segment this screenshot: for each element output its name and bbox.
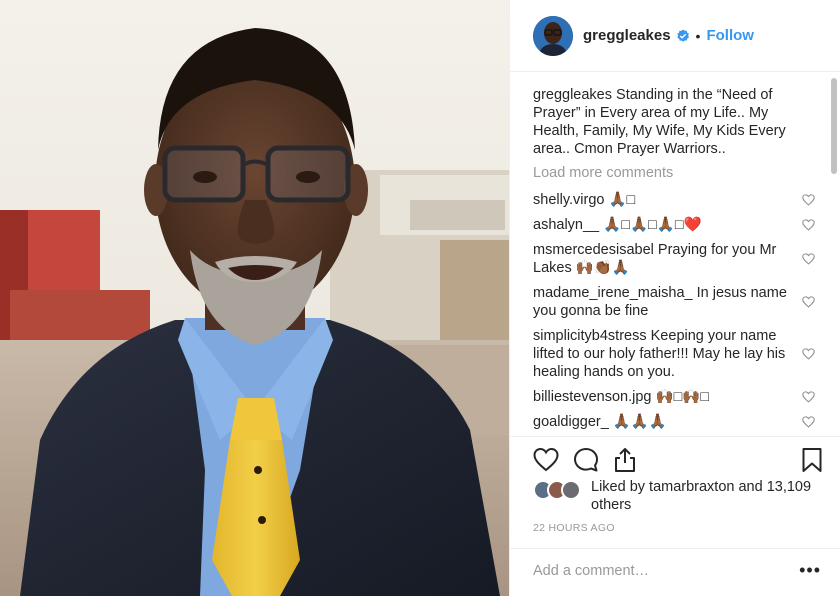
heart-icon[interactable] xyxy=(802,296,815,308)
post-header: greggleakes • Follow xyxy=(510,0,840,72)
comment-text: 🙏🏾□ xyxy=(604,192,636,208)
comment-username[interactable]: shelly.virgo xyxy=(533,192,604,208)
comments-scrollbar[interactable] xyxy=(831,78,837,174)
comment-username[interactable]: goaldigger_ xyxy=(533,414,609,430)
list-item: msmercedesisabel Praying for you Mr Lake… xyxy=(533,241,815,277)
comment-username[interactable]: billiestevenson.jpg xyxy=(533,389,652,405)
comment-username[interactable]: simplicityb4stress xyxy=(533,328,647,344)
list-item: madame_irene_maisha_ In jesus name you g… xyxy=(533,284,815,320)
follow-button[interactable]: Follow xyxy=(706,27,754,44)
avatar[interactable] xyxy=(533,15,573,56)
liker-avatars[interactable] xyxy=(533,480,585,502)
more-options-button[interactable]: ••• xyxy=(799,561,821,579)
heart-icon[interactable] xyxy=(802,219,815,231)
bookmark-icon[interactable] xyxy=(799,447,825,473)
heart-icon[interactable] xyxy=(802,391,815,403)
post-photo[interactable] xyxy=(0,0,509,596)
comment-username[interactable]: ashalyn__ xyxy=(533,217,599,233)
comment-icon[interactable] xyxy=(573,447,599,473)
caption-username[interactable]: greggleakes xyxy=(533,87,612,103)
separator-dot: • xyxy=(695,27,701,44)
list-item: billiestevenson.jpg 🙌🏾□🙌🏾□ xyxy=(533,388,815,406)
comment-text: 🙌🏾□🙌🏾□ xyxy=(651,389,710,405)
load-more-comments-button[interactable]: Load more comments xyxy=(533,164,840,182)
heart-icon[interactable] xyxy=(802,348,815,360)
likes-summary: Liked by tamarbraxton and 13,109 others xyxy=(533,478,823,514)
list-item: simplicityb4stress Keeping your name lif… xyxy=(533,327,815,381)
comment-username[interactable]: msmercedesisabel xyxy=(533,242,654,258)
action-bar xyxy=(510,436,840,482)
comments-list[interactable]: greggleakes Standing in the “Need of Pra… xyxy=(510,73,840,435)
comment-input[interactable] xyxy=(533,563,783,579)
share-icon[interactable] xyxy=(612,447,638,473)
heart-icon[interactable] xyxy=(802,416,815,428)
verified-badge-icon xyxy=(676,29,689,42)
heart-icon[interactable] xyxy=(802,253,815,265)
heart-icon[interactable] xyxy=(802,194,815,206)
list-item: goaldigger_ 🙏🏾🙏🏾🙏🏾 xyxy=(533,413,815,431)
list-item: shelly.virgo 🙏🏾□ xyxy=(533,191,815,209)
comment-text: 🙏🏾□🙏🏾□🙏🏾□❤️ xyxy=(599,217,702,233)
heart-icon[interactable] xyxy=(533,447,559,473)
post-side-panel: greggleakes • Follow greggleakes Standin… xyxy=(509,0,840,596)
post-timestamp[interactable]: 22 HOURS AGO xyxy=(533,522,615,534)
post-username[interactable]: greggleakes xyxy=(583,27,671,44)
likes-text[interactable]: Liked by tamarbraxton and 13,109 others xyxy=(591,478,823,514)
avatar xyxy=(561,480,581,500)
add-comment-bar: ••• xyxy=(510,548,840,596)
list-item: ashalyn__ 🙏🏾□🙏🏾□🙏🏾□❤️ xyxy=(533,216,815,234)
avatar-image xyxy=(533,15,573,56)
selfie-image xyxy=(0,0,509,596)
post-caption: greggleakes Standing in the “Need of Pra… xyxy=(533,86,795,158)
comment-text: 🙏🏾🙏🏾🙏🏾 xyxy=(608,414,667,430)
comment-username[interactable]: madame_irene_maisha_ xyxy=(533,285,693,301)
